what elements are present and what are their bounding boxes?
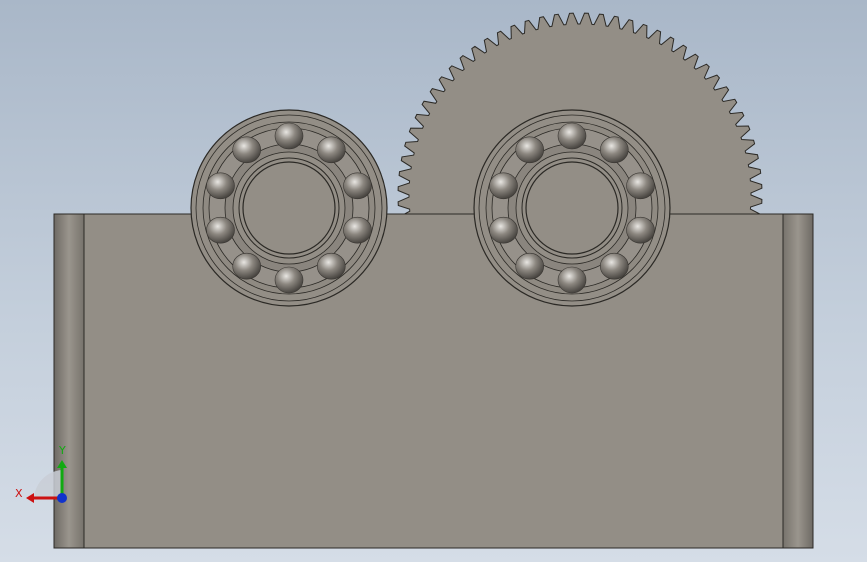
- bearing-ball: [316, 136, 346, 164]
- bearing-ball: [206, 172, 235, 200]
- x-axis-arrowhead: [26, 493, 34, 503]
- y-axis-label: Y: [58, 444, 66, 457]
- bearing-ball: [515, 136, 545, 164]
- bearing-ball: [316, 252, 346, 280]
- bearing-ball: [557, 266, 587, 294]
- bearing-ball: [232, 136, 262, 164]
- housing-right-side: [782, 213, 814, 549]
- bearing-ball: [489, 216, 518, 244]
- bearing-ball: [626, 216, 655, 244]
- bearing-ball: [599, 136, 629, 164]
- x-axis-label: X: [15, 487, 23, 500]
- coordinate-triad: X Y: [15, 444, 67, 503]
- triad-base-shape: [34, 470, 62, 498]
- bearing-ball: [557, 122, 587, 150]
- bearing-ball: [274, 122, 304, 150]
- bearing-ball: [343, 172, 372, 200]
- housing-front-face: [53, 213, 814, 549]
- bearing-ball: [274, 266, 304, 294]
- bearing-ball: [626, 172, 655, 200]
- bearing-ball: [489, 172, 518, 200]
- model-scene[interactable]: [0, 0, 867, 562]
- bearing-ball: [599, 252, 629, 280]
- left-bearing[interactable]: [190, 109, 388, 307]
- housing[interactable]: [53, 213, 814, 549]
- graphics-viewport[interactable]: X Y: [0, 0, 867, 562]
- bore: [525, 161, 619, 255]
- z-axis-dot: [57, 493, 67, 503]
- bearing-ball: [206, 216, 235, 244]
- y-axis-arrowhead: [57, 460, 67, 468]
- bearing-ball: [343, 216, 372, 244]
- right-bearing[interactable]: [473, 109, 671, 307]
- bearing-ball: [515, 252, 545, 280]
- bearing-ball: [232, 252, 262, 280]
- bore: [242, 161, 336, 255]
